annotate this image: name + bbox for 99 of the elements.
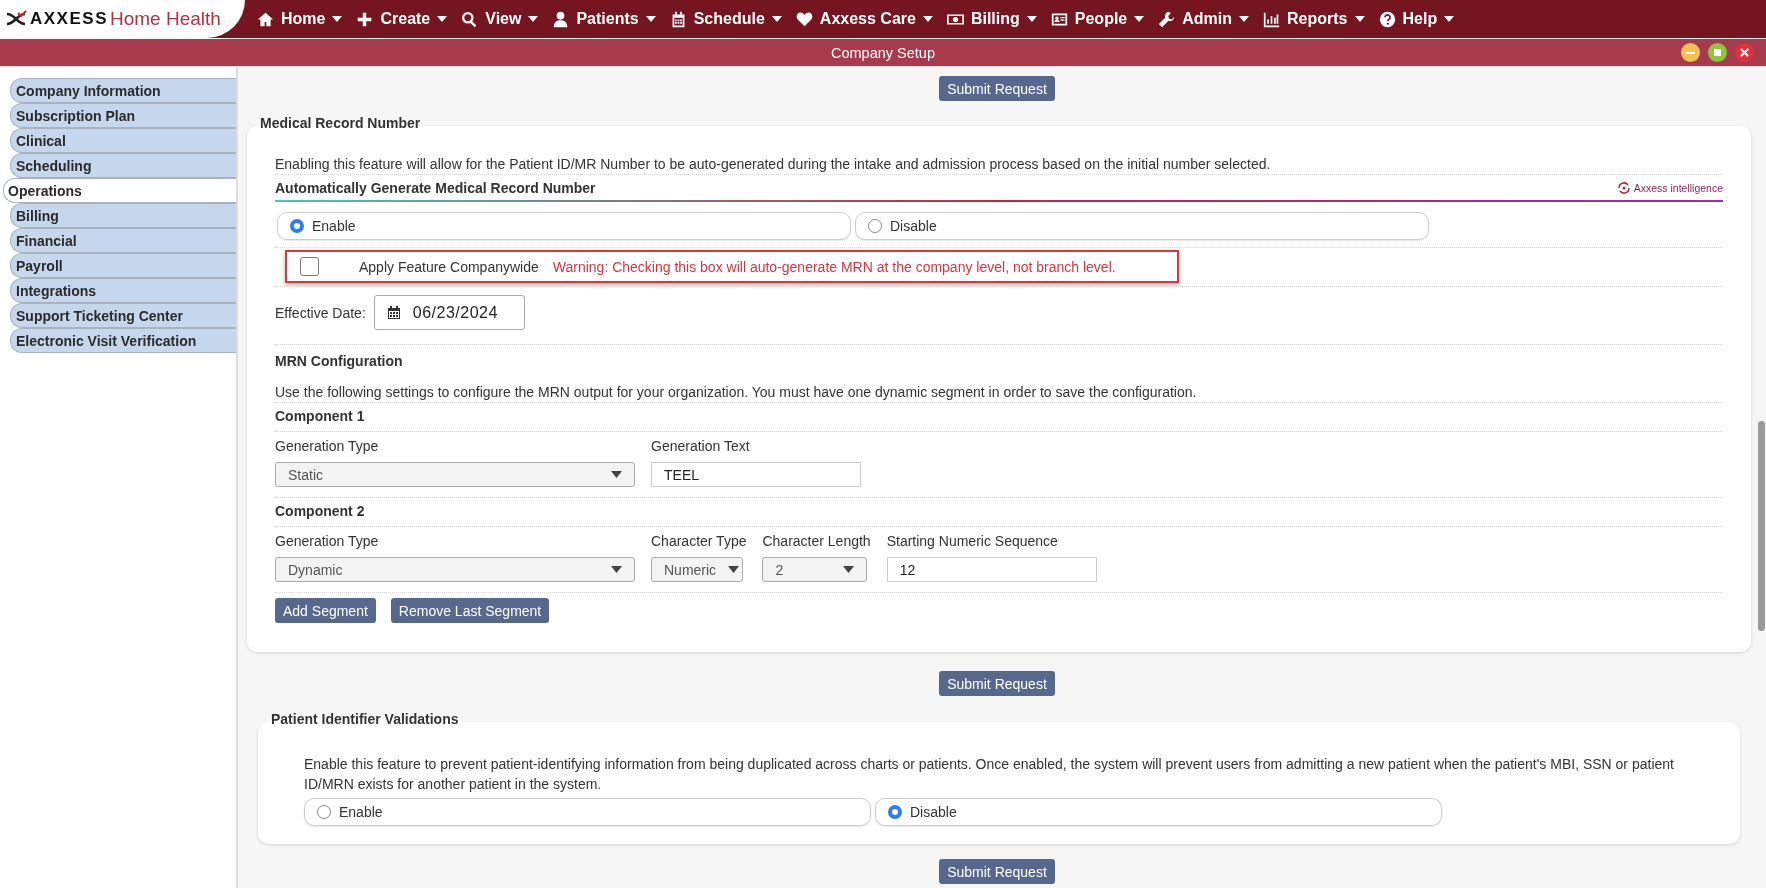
- caret-icon: [771, 16, 782, 22]
- nav-menu[interactable]: Create: [356, 10, 448, 28]
- description-text: Enable this feature to prevent patient-identifying information from being duplicated across charts or patients. Once enabled, the system will prevent users from admitting a new patient when the patient's MBI, SSN or patient ID/MRN exists for another patient in the system.: [304, 755, 1675, 794]
- caret-icon: [1444, 16, 1455, 22]
- plus-icon: [356, 10, 374, 28]
- dropdown[interactable]: Dynamic: [275, 557, 635, 582]
- component-title: Component 2: [275, 502, 366, 521]
- caret-icon: [611, 566, 622, 573]
- nav-menu[interactable]: Billing: [946, 10, 1037, 28]
- caret-icon: [611, 471, 622, 478]
- radio-option[interactable]: Enable: [304, 798, 871, 826]
- checkbox-label: Apply Feature Companywide: [359, 258, 539, 275]
- feature-title: Automatically Generate Medical Record Number: [275, 179, 596, 196]
- sidebar-tab[interactable]: Clinical: [10, 128, 236, 153]
- description-text: Enabling this feature will allow for the Patient ID/MR Number to be auto-generated during the intake and admission process based on the initial number selected.: [275, 155, 1272, 174]
- dropdown[interactable]: 2: [762, 557, 868, 582]
- field-label: Starting Numeric Sequence: [886, 533, 1059, 549]
- sidebar-tab[interactable]: Payroll: [10, 253, 236, 278]
- dropdown[interactable]: Numeric: [651, 557, 743, 582]
- close-button[interactable]: [1735, 43, 1754, 62]
- radio-label: Enable: [339, 804, 383, 820]
- input-field[interactable]: 12: [886, 557, 1097, 582]
- heart-icon: [795, 10, 813, 28]
- caret-icon: [1026, 16, 1037, 22]
- minimize-button[interactable]: [1681, 43, 1700, 62]
- sidebar-tab[interactable]: Electronic Visit Verification: [10, 328, 236, 353]
- radio-label: Enable: [312, 218, 356, 234]
- nav-menu[interactable]: Axxess Care: [795, 10, 933, 28]
- nav-menu[interactable]: Admin: [1158, 10, 1250, 28]
- product-name: Home Health: [110, 8, 221, 30]
- ai-badge-text: Axxess intelligence: [1633, 181, 1723, 194]
- radio-label: Disable: [890, 218, 937, 234]
- field-label: Generation Type: [275, 533, 380, 549]
- nav-menu[interactable]: Schedule: [669, 10, 782, 28]
- radio-button[interactable]: [290, 219, 304, 233]
- section-title: Medical Record Number: [258, 115, 423, 131]
- search-icon: [461, 10, 479, 28]
- sidebar-tab[interactable]: Integrations: [10, 278, 236, 303]
- action-button[interactable]: Remove Last Segment: [390, 598, 550, 623]
- radio-label: Disable: [910, 804, 957, 820]
- radio-option[interactable]: Disable: [855, 212, 1429, 240]
- nav-menu[interactable]: View: [461, 10, 539, 28]
- description-text: Use the following settings to configure the MRN output for your organization. You must have one dynamic segment in order to save the configuration.: [275, 383, 1198, 402]
- component-title: Component 1: [275, 407, 366, 426]
- nav-menu[interactable]: Patients: [552, 10, 656, 28]
- logo-text: AXXESS: [30, 9, 108, 29]
- window-title: Company Setup: [831, 44, 935, 61]
- maximize-button[interactable]: [1708, 43, 1727, 62]
- nav-menu[interactable]: Home: [257, 10, 343, 28]
- field-label: Character Type: [651, 533, 747, 549]
- bar-chart-icon: [1263, 10, 1281, 28]
- field-label: Generation Type: [275, 438, 380, 454]
- home-icon: [257, 10, 274, 28]
- input-field[interactable]: TEEL: [651, 462, 861, 487]
- radio-button[interactable]: [868, 219, 882, 233]
- subsection-title: MRN Configuration: [275, 353, 404, 369]
- date-field[interactable]: 06/23/2024: [373, 295, 525, 330]
- brain-icon: [1616, 181, 1631, 194]
- wrench-icon: [1158, 10, 1176, 28]
- caret-icon: [843, 566, 855, 573]
- caret-icon: [528, 16, 539, 22]
- calendar-icon: [386, 305, 401, 320]
- caret-icon: [645, 16, 656, 22]
- field-label: Character Length: [762, 533, 871, 549]
- sidebar-tab[interactable]: Scheduling: [10, 153, 236, 178]
- caret-icon: [1354, 16, 1365, 22]
- section-title: Patient Identifier Validations: [269, 711, 461, 727]
- scrollbar-thumb[interactable]: [1758, 421, 1765, 631]
- radio-button[interactable]: [888, 805, 902, 819]
- radio-option[interactable]: Disable: [875, 798, 1442, 826]
- sidebar-tab[interactable]: Company Information: [10, 78, 236, 103]
- sidebar-tab[interactable]: Operations: [3, 178, 236, 203]
- field-label: Generation Text: [651, 438, 751, 454]
- help-icon: [1378, 10, 1396, 28]
- caret-icon: [728, 566, 739, 573]
- field-label: Effective Date:: [275, 304, 366, 321]
- caret-icon: [1239, 16, 1250, 22]
- sidebar-tab[interactable]: Financial: [10, 228, 236, 253]
- submit-button[interactable]: Submit Request: [939, 859, 1055, 884]
- sidebar-tab[interactable]: Billing: [10, 203, 236, 228]
- dropdown[interactable]: Static: [275, 462, 635, 487]
- warning-text: Warning: Checking this box will auto-generate MRN at the company level, not branch level.: [552, 258, 1116, 275]
- submit-button[interactable]: Submit Request: [939, 671, 1055, 696]
- caret-icon: [437, 16, 448, 22]
- nav-menu[interactable]: People: [1050, 10, 1145, 28]
- submit-button[interactable]: Submit Request: [939, 76, 1055, 101]
- nav-menu[interactable]: Reports: [1263, 10, 1365, 28]
- action-button[interactable]: Add Segment: [275, 598, 376, 623]
- user-icon: [552, 10, 570, 28]
- logo-icon: [4, 10, 28, 28]
- caret-icon: [1134, 16, 1145, 22]
- sidebar-tab[interactable]: Support Ticketing Center: [10, 303, 236, 328]
- caret-icon: [922, 16, 933, 22]
- radio-option[interactable]: Enable: [277, 212, 851, 240]
- radio-button[interactable]: [317, 805, 331, 819]
- checkbox[interactable]: [300, 257, 319, 276]
- caret-icon: [332, 16, 343, 22]
- nav-menu[interactable]: Help: [1378, 10, 1455, 28]
- sidebar-tab[interactable]: Subscription Plan: [10, 103, 236, 128]
